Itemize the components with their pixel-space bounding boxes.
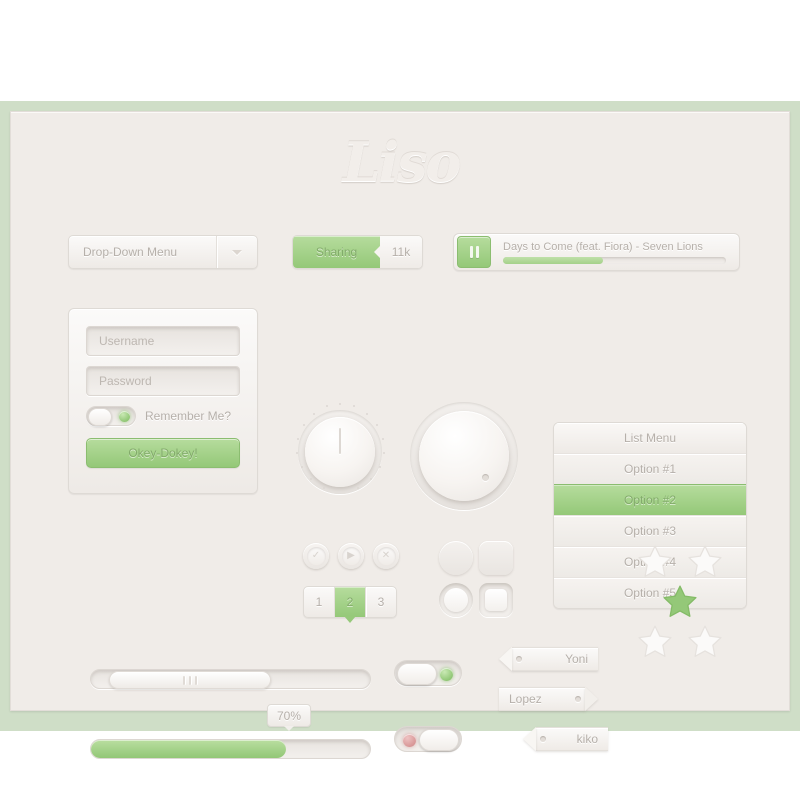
toggle-off[interactable] <box>394 726 462 752</box>
tag-kiko[interactable]: kiko <box>523 727 608 751</box>
share-label: Sharing <box>315 245 358 259</box>
progress-bar-fill <box>91 740 287 758</box>
tag-point-right <box>585 687 598 711</box>
knob-body[interactable] <box>419 411 509 501</box>
track-title: Days to Come (feat. Fiora) - Seven Lions <box>503 240 703 253</box>
play-icon: ▶ <box>341 546 361 566</box>
dropdown-menu[interactable]: Drop-Down Menu <box>68 235 258 269</box>
star-top-right[interactable] <box>688 544 722 578</box>
tag-label: Lopez <box>509 692 542 706</box>
check-icon: ✓ <box>306 546 326 566</box>
radio-dot <box>444 588 468 612</box>
toggle-knob <box>397 663 437 685</box>
toggle-led-green <box>440 668 453 681</box>
player-progress-track[interactable] <box>503 256 726 264</box>
grip-lines-icon <box>183 675 197 685</box>
toggle-on[interactable] <box>394 660 462 686</box>
star-center-filled[interactable] <box>663 584 697 618</box>
submit-button[interactable]: Okey-Dokey! <box>86 438 240 468</box>
list-item-option-5[interactable]: Option #5 <box>554 577 746 608</box>
tag-lopez[interactable]: Lopez <box>499 687 598 711</box>
share-count: 11k <box>391 245 411 259</box>
brand-logo: Liso <box>342 130 462 194</box>
username-placeholder: Username <box>99 334 155 348</box>
share-button[interactable]: Sharing 11k <box>292 235 423 269</box>
password-placeholder: Password <box>99 374 152 388</box>
list-item-option-1[interactable]: Option #1 <box>554 453 746 484</box>
share-count-area: 11k <box>374 236 422 268</box>
tag-label: kiko <box>576 732 598 746</box>
checkbox-checked[interactable] <box>479 583 513 617</box>
list-menu-header: List Menu <box>554 423 746 453</box>
progress-tooltip: 70% <box>267 704 311 731</box>
star-bottom-left[interactable] <box>638 624 672 658</box>
chevron-down-icon[interactable] <box>216 236 257 268</box>
list-menu: List Menu Option #1 Option #2 Option #3 … <box>553 422 747 609</box>
star-top-left[interactable] <box>638 544 672 578</box>
toggle-knob <box>419 729 459 751</box>
tag-hole <box>540 736 546 742</box>
radio-checked[interactable] <box>439 583 473 617</box>
knob-indicator-line <box>339 428 341 454</box>
play-button[interactable]: ▶ <box>338 543 364 569</box>
confirm-button[interactable]: ✓ <box>303 543 329 569</box>
username-field[interactable]: Username <box>86 326 240 356</box>
pause-glyph <box>469 246 479 258</box>
knob-indicator-dot <box>482 474 489 481</box>
star-bottom-right[interactable] <box>688 624 722 658</box>
scrollbar-slider[interactable] <box>90 669 371 689</box>
main-panel: Liso Drop-Down Menu Sharing 11k Days to … <box>10 111 790 759</box>
list-item-option-2[interactable]: Option #2 <box>554 484 746 515</box>
player-body: Days to Come (feat. Fiora) - Seven Lions <box>491 237 736 267</box>
chevron-down-glyph <box>232 249 242 255</box>
tag-point-left <box>499 647 512 671</box>
remember-me-label: Remember Me? <box>145 409 232 423</box>
radio-unchecked[interactable] <box>439 541 473 575</box>
list-item-option-3[interactable]: Option #3 <box>554 515 746 546</box>
media-player: Days to Come (feat. Fiora) - Seven Lions <box>453 233 740 271</box>
toggle-led-red <box>403 734 416 747</box>
tag-point-left <box>523 727 536 751</box>
segment-1[interactable]: 1 <box>304 587 334 617</box>
password-field[interactable]: Password <box>86 366 240 396</box>
checkbox-mark <box>485 589 507 611</box>
submit-label: Okey-Dokey! <box>128 446 198 460</box>
player-progress-fill <box>503 256 604 264</box>
remember-me-toggle[interactable] <box>86 406 136 426</box>
share-label-area[interactable]: Sharing <box>293 236 380 268</box>
remember-me-row: Remember Me? <box>86 406 240 426</box>
dropdown-label: Drop-Down Menu <box>83 245 178 259</box>
segment-2[interactable]: 2 <box>334 587 365 623</box>
tag-yoni[interactable]: Yoni <box>499 647 598 671</box>
toggle-knob <box>88 408 112 426</box>
knob-plain[interactable] <box>410 402 518 510</box>
segment-3[interactable]: 3 <box>365 587 396 617</box>
segmented-control: 1 2 3 <box>303 586 397 623</box>
tag-hole <box>516 656 522 662</box>
ui-kit-screenshot: Liso Drop-Down Menu Sharing 11k Days to … <box>0 0 800 800</box>
progress-tooltip-label: 70% <box>276 708 302 723</box>
checkbox-unchecked[interactable] <box>479 541 513 575</box>
scrollbar-handle[interactable] <box>109 671 271 689</box>
login-form: Username Password Remember Me? Okey-Doke… <box>68 308 258 494</box>
knob-ticked[interactable] <box>290 402 390 502</box>
tag-hole <box>575 696 581 702</box>
progress-bar <box>90 739 371 759</box>
close-icon: ✕ <box>376 546 396 566</box>
tag-label: Yoni <box>565 652 588 666</box>
pause-icon[interactable] <box>457 236 491 268</box>
toggle-led-green <box>119 411 130 422</box>
close-button[interactable]: ✕ <box>373 543 399 569</box>
